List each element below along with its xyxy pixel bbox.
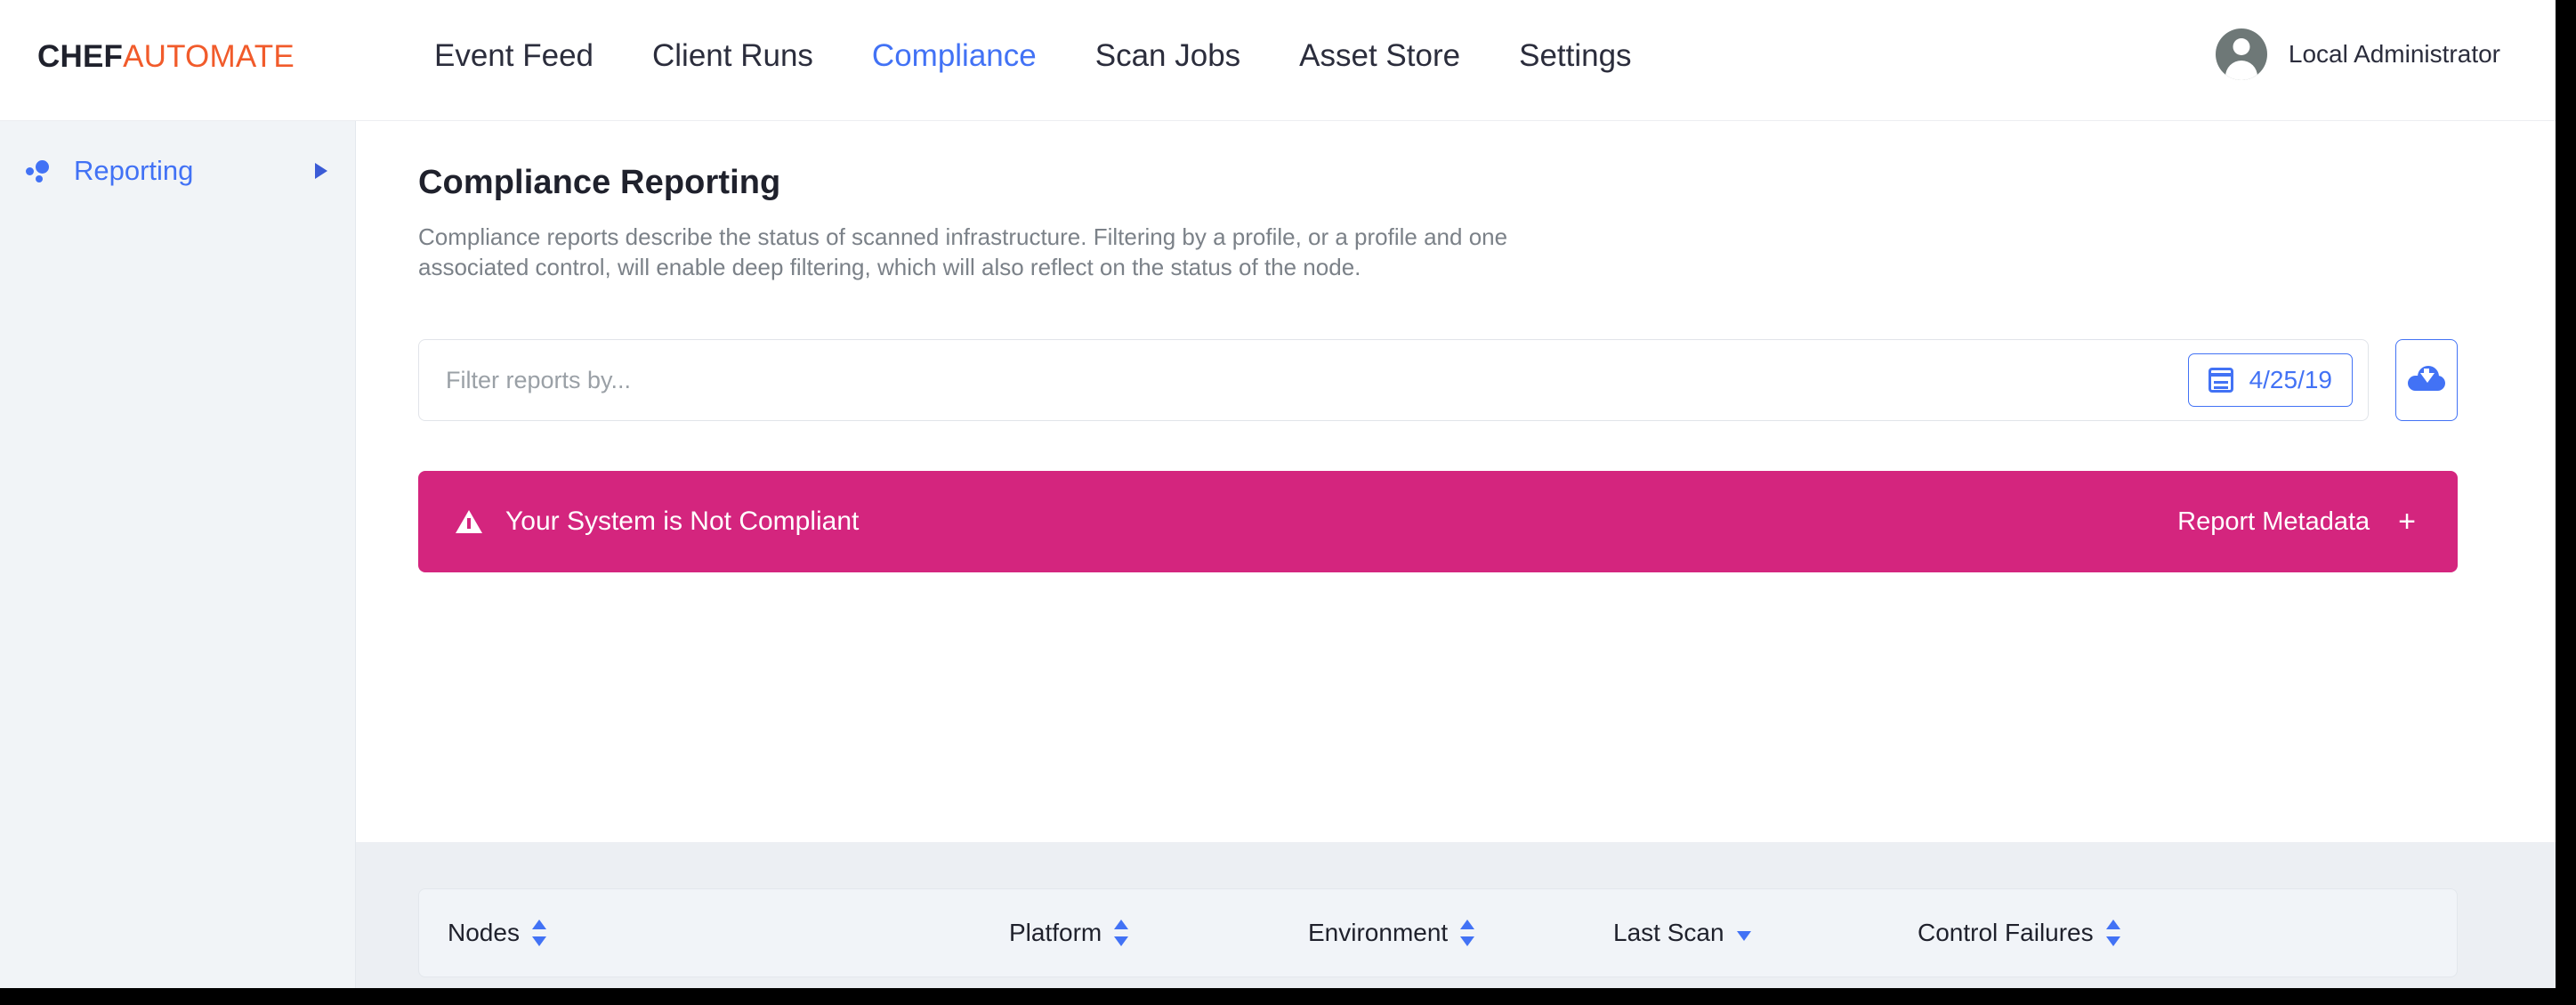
tabs-background-strip [356, 721, 2556, 842]
calendar-icon [2208, 368, 2233, 393]
column-header-last-scan-label: Last Scan [1613, 919, 1724, 946]
window-frame-right [2556, 0, 2576, 1005]
dots-cluster-icon [24, 158, 54, 184]
report-metadata-toggle[interactable]: Report Metadata + [2177, 507, 2416, 537]
chef-automate-logo[interactable]: CHEFAUTOMATE [37, 39, 295, 75]
sidebar-item-label: Reporting [74, 155, 194, 186]
main-nav-items: Event Feed Client Runs Compliance Scan J… [405, 36, 1661, 77]
nav-item-settings[interactable]: Settings [1490, 36, 1660, 77]
nav-item-scan-jobs[interactable]: Scan Jobs [1066, 36, 1270, 77]
left-sidebar: Reporting [0, 121, 356, 988]
user-menu[interactable]: Local Administrator [2215, 28, 2500, 80]
sort-arrows-platform[interactable] [1114, 918, 1129, 948]
user-name-label: Local Administrator [2288, 40, 2500, 68]
main-content: Compliance Reporting Compliance reports … [356, 121, 2556, 988]
sort-arrows-control-failures[interactable] [2105, 918, 2120, 948]
column-header-environment-label: Environment [1308, 919, 1449, 946]
page-title: Compliance Reporting [418, 164, 781, 201]
sort-arrows-last-scan[interactable] [1736, 918, 1751, 948]
column-header-nodes[interactable]: Nodes [448, 918, 546, 948]
nav-item-event-feed[interactable]: Event Feed [405, 36, 623, 77]
compliance-alert-banner: Your System is Not Compliant Report Meta… [418, 471, 2458, 572]
column-header-environment[interactable]: Environment [1308, 918, 1475, 948]
column-header-last-scan[interactable]: Last Scan [1613, 918, 1751, 948]
download-report-button[interactable] [2395, 339, 2458, 421]
cloud-download-icon [2408, 366, 2445, 394]
person-avatar-icon [2215, 28, 2267, 80]
plus-icon: + [2398, 505, 2416, 539]
report-filter-bar[interactable]: Filter reports by... 4/25/19 [418, 339, 2369, 421]
page-description: Compliance reports describe the status o… [418, 223, 1508, 280]
nodes-table-area: Nodes Platform Environment Last Scan Con… [356, 721, 2556, 988]
browser-viewport: CHEFAUTOMATE Event Feed Client Runs Comp… [0, 0, 2556, 988]
column-header-control-failures-label: Control Failures [1918, 919, 2094, 946]
logo-chef-text: CHEF [37, 39, 124, 74]
column-header-control-failures[interactable]: Control Failures [1918, 918, 2120, 948]
report-metadata-label: Report Metadata [2177, 507, 2370, 536]
sidebar-item-reporting[interactable]: Reporting [0, 143, 356, 199]
nav-item-asset-store[interactable]: Asset Store [1270, 36, 1490, 77]
top-navigation-bar: CHEFAUTOMATE Event Feed Client Runs Comp… [0, 0, 2556, 121]
sort-arrows-environment[interactable] [1460, 918, 1475, 948]
caret-right-icon[interactable] [315, 163, 327, 179]
date-picker-button[interactable]: 4/25/19 [2187, 353, 2353, 407]
nav-item-client-runs[interactable]: Client Runs [623, 36, 843, 77]
column-header-platform[interactable]: Platform [1009, 918, 1129, 948]
column-header-platform-label: Platform [1009, 919, 1102, 946]
nodes-table-header: Nodes Platform Environment Last Scan Con… [418, 888, 2458, 977]
sort-arrows-nodes[interactable] [531, 918, 546, 948]
nav-item-compliance[interactable]: Compliance [843, 36, 1066, 77]
logo-automate-text: AUTOMATE [123, 39, 295, 74]
column-header-nodes-label: Nodes [448, 919, 520, 946]
window-frame-bottom [0, 988, 2576, 1005]
alert-message: Your System is Not Compliant [505, 507, 860, 536]
warning-triangle-icon [456, 510, 482, 533]
filter-input-placeholder[interactable]: Filter reports by... [446, 367, 631, 394]
date-picker-value: 4/25/19 [2249, 366, 2332, 393]
